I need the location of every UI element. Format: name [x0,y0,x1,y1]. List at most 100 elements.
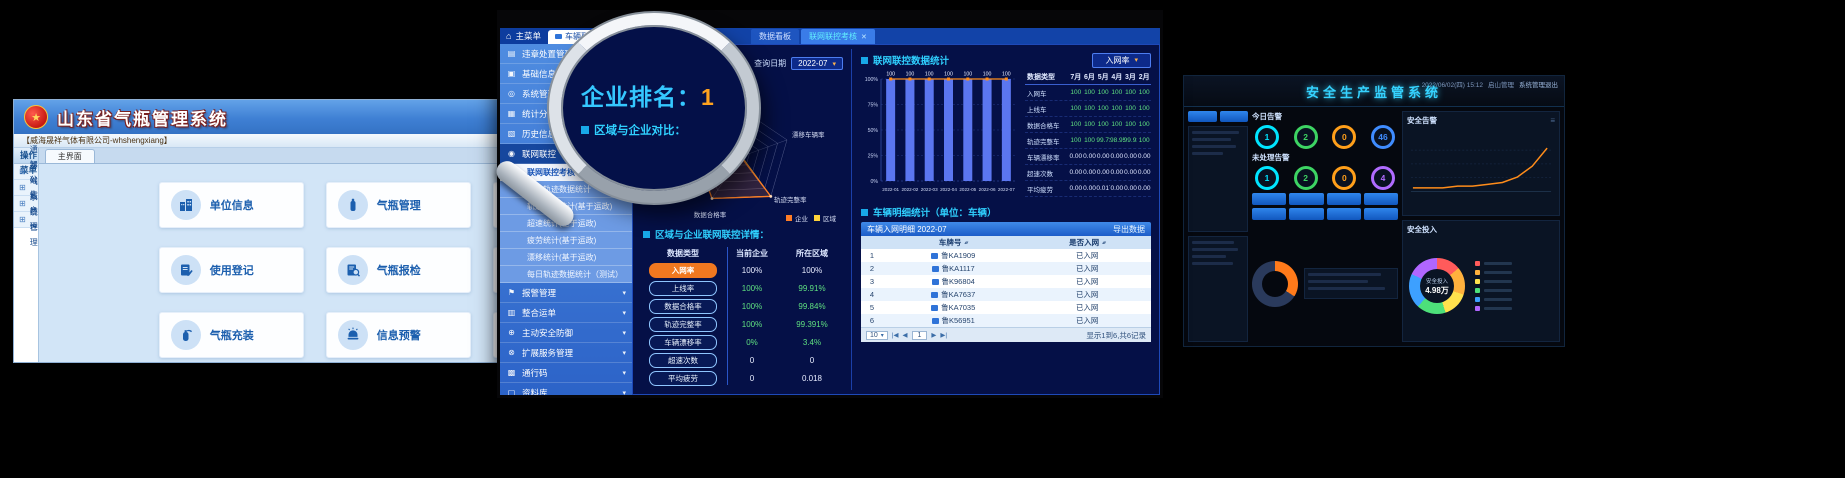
vehicle-row[interactable]: 5鲁KA7035已入网 [861,301,1151,314]
sidebar-item-报警管理[interactable]: ⚑报警管理▾ [500,283,632,303]
month-value: 0.00 [1124,169,1138,176]
safety-nav-button[interactable] [1220,111,1249,122]
tile-气瓶管理[interactable]: 气瓶管理 [326,182,471,228]
export-data-button[interactable]: 导出数据 [1113,224,1145,235]
month-table-header-cell: 6月 [1083,72,1097,82]
alarm-action-button[interactable] [1252,208,1286,220]
vehicle-row[interactable]: 6鲁K56951已入网 [861,314,1151,327]
current-page-box[interactable]: 1 [912,331,928,340]
svg-text:100: 100 [1002,72,1011,78]
system-icon: ◎ [506,89,517,98]
alarm-action-button[interactable] [1289,193,1323,205]
prev-page-button[interactable]: ◀ [903,331,908,339]
safety-list-panel [1188,236,1248,342]
metric-pill-轨迹完整率[interactable]: 轨迹完整率 [649,317,717,332]
column-divider [727,247,728,385]
query-date-label: 查询日期 [754,58,786,69]
network-status: 已入网 [1023,276,1151,287]
sidebar-item-系统管理[interactable]: ⊞系统管理 [14,212,38,228]
sort-icon[interactable]: ▴▾ [1102,240,1105,246]
sidebar-item-整合运单[interactable]: ▥整合运单▾ [500,303,632,323]
close-icon[interactable]: ✕ [861,33,867,41]
sort-icon[interactable]: ▴▾ [964,240,967,246]
alarm-trend-chart [1407,126,1555,212]
sidebar-subitem-每日轨迹数据统计（测试）[interactable]: 每日轨迹数据统计（测试） [500,266,632,283]
alarm-action-button[interactable] [1364,193,1398,205]
alarm-action-button[interactable] [1364,208,1398,220]
svg-text:100: 100 [944,72,953,78]
tile-单位信息[interactable]: 单位信息 [159,182,304,228]
first-page-button[interactable]: |◀ [892,331,899,339]
tab-label: 数据看板 [759,31,791,42]
month-value: 100 [1069,121,1083,128]
legend-dot [1475,279,1480,284]
tile-气瓶充装[interactable]: 气瓶充装 [159,312,304,358]
safety-supervision-window: 2022/06/02(四) 15:12 启山管理 系统管理退出 安全生产监管系统… [1183,75,1565,347]
vehicle-row[interactable]: 2鲁KA1117已入网 [861,262,1151,275]
last-page-button[interactable]: ▶| [940,331,947,339]
current-enterprise-value: 100% [723,266,781,275]
sidebar-item-通行码[interactable]: ▩通行码▾ [500,363,632,383]
menu-icon[interactable]: ≡ [1550,116,1555,125]
tile-信息预警[interactable]: 信息预警 [326,312,471,358]
stats-section-title: 联网联控数据统计 [861,53,949,67]
row-index: 1 [861,251,883,260]
metric-pill-车辆漂移率[interactable]: 车辆漂移率 [649,335,717,350]
vehicle-row[interactable]: 4鲁KA7637已入网 [861,288,1151,301]
pending-alarm-ring: 1 [1255,166,1279,190]
vehicle-header-cell[interactable]: 车牌号▴▾ [883,237,1023,248]
month-value: 100 [1083,121,1097,128]
stats-icon: ▦ [506,109,517,118]
metric-pill-超速次数[interactable]: 超速次数 [649,353,717,368]
next-page-button[interactable]: ▶ [931,331,936,339]
pending-alarm-ring: 4 [1371,166,1395,190]
metric-pill-数据合格率[interactable]: 数据合格率 [649,299,717,314]
metric-pill-入网率[interactable]: 入网率 [649,263,717,278]
metric-pill-平均疲劳[interactable]: 平均疲劳 [649,371,717,386]
legend-item [1475,288,1512,293]
month-table-row: 入网车100100100100100100 [1025,85,1151,101]
sidebar-item-主动安全防御[interactable]: ⊕主动安全防御▾ [500,323,632,343]
vehicle-icon [555,34,562,39]
sidebar-item-扩展服务管理[interactable]: ⊗扩展服务管理▾ [500,343,632,363]
tab-联网联控考核[interactable]: 联网联控考核✕ [801,29,875,44]
details-row: 轨迹完整率100%99.391% [643,315,849,333]
page-size-select[interactable]: 10 ▾ [866,331,888,340]
month-value: 0.00 [1083,185,1097,192]
sidebar-subitem-疲劳统计(基于运政)[interactable]: 疲劳统计(基于运政) [500,232,632,249]
query-date-select[interactable]: 2022-07 ▾ [791,57,843,70]
tile-气瓶报检[interactable]: 气瓶报检 [326,247,471,293]
safety-nav-button[interactable] [1188,111,1217,122]
row-index: 5 [861,303,883,312]
tile-使用登记[interactable]: 使用登记 [159,247,304,293]
alarm-action-button[interactable] [1327,208,1361,220]
tile-label: 气瓶管理 [377,197,421,213]
safety-header: 2022/06/02(四) 15:12 启山管理 系统管理退出 安全生产监管系统 [1184,76,1564,107]
alarm-bell-icon: ⚑ [506,288,517,297]
sidebar-subitem-漂移统计(基于运政)[interactable]: 漂移统计(基于运政) [500,249,632,266]
month-value: 100 [1137,89,1151,96]
passcode-icon: ▩ [506,368,517,377]
legend-text-placeholder [1484,271,1512,274]
alarm-action-button[interactable] [1252,193,1286,205]
plate-text: 鲁KA1117 [942,263,975,274]
metric-pill-上线率[interactable]: 上线率 [649,281,717,296]
details-header-cell: 当前企业 [723,248,781,259]
sidebar-item-label: 通行码 [522,367,548,379]
vehicle-row[interactable]: 3鲁K96804已入网 [861,275,1151,288]
vehicle-icon [932,318,939,324]
vehicle-row[interactable]: 1鲁KA1909已入网 [861,249,1151,262]
plate-number: 鲁KA7637 [883,289,1023,300]
sidebar-item-资料库[interactable]: ▢资料库▾ [500,383,632,395]
vehicle-header-cell[interactable]: 是否入网▴▾ [1023,237,1151,248]
main-menu-label[interactable]: 主菜单 [515,30,541,42]
invest-donut-chart: 安全投入 4.98万 [1409,258,1465,314]
chevron-down-icon: ▾ [622,349,626,357]
alarm-action-button[interactable] [1289,208,1323,220]
tab-main-screen[interactable]: 主界面 [45,149,95,163]
metric-select[interactable]: 入网率 ▾ [1092,53,1151,68]
alarm-action-button[interactable] [1327,193,1361,205]
tab-数据看板[interactable]: 数据看板 [751,29,799,44]
region-value: 99.91% [781,284,843,293]
sidebar-item-label: 系统管理 [30,190,38,250]
